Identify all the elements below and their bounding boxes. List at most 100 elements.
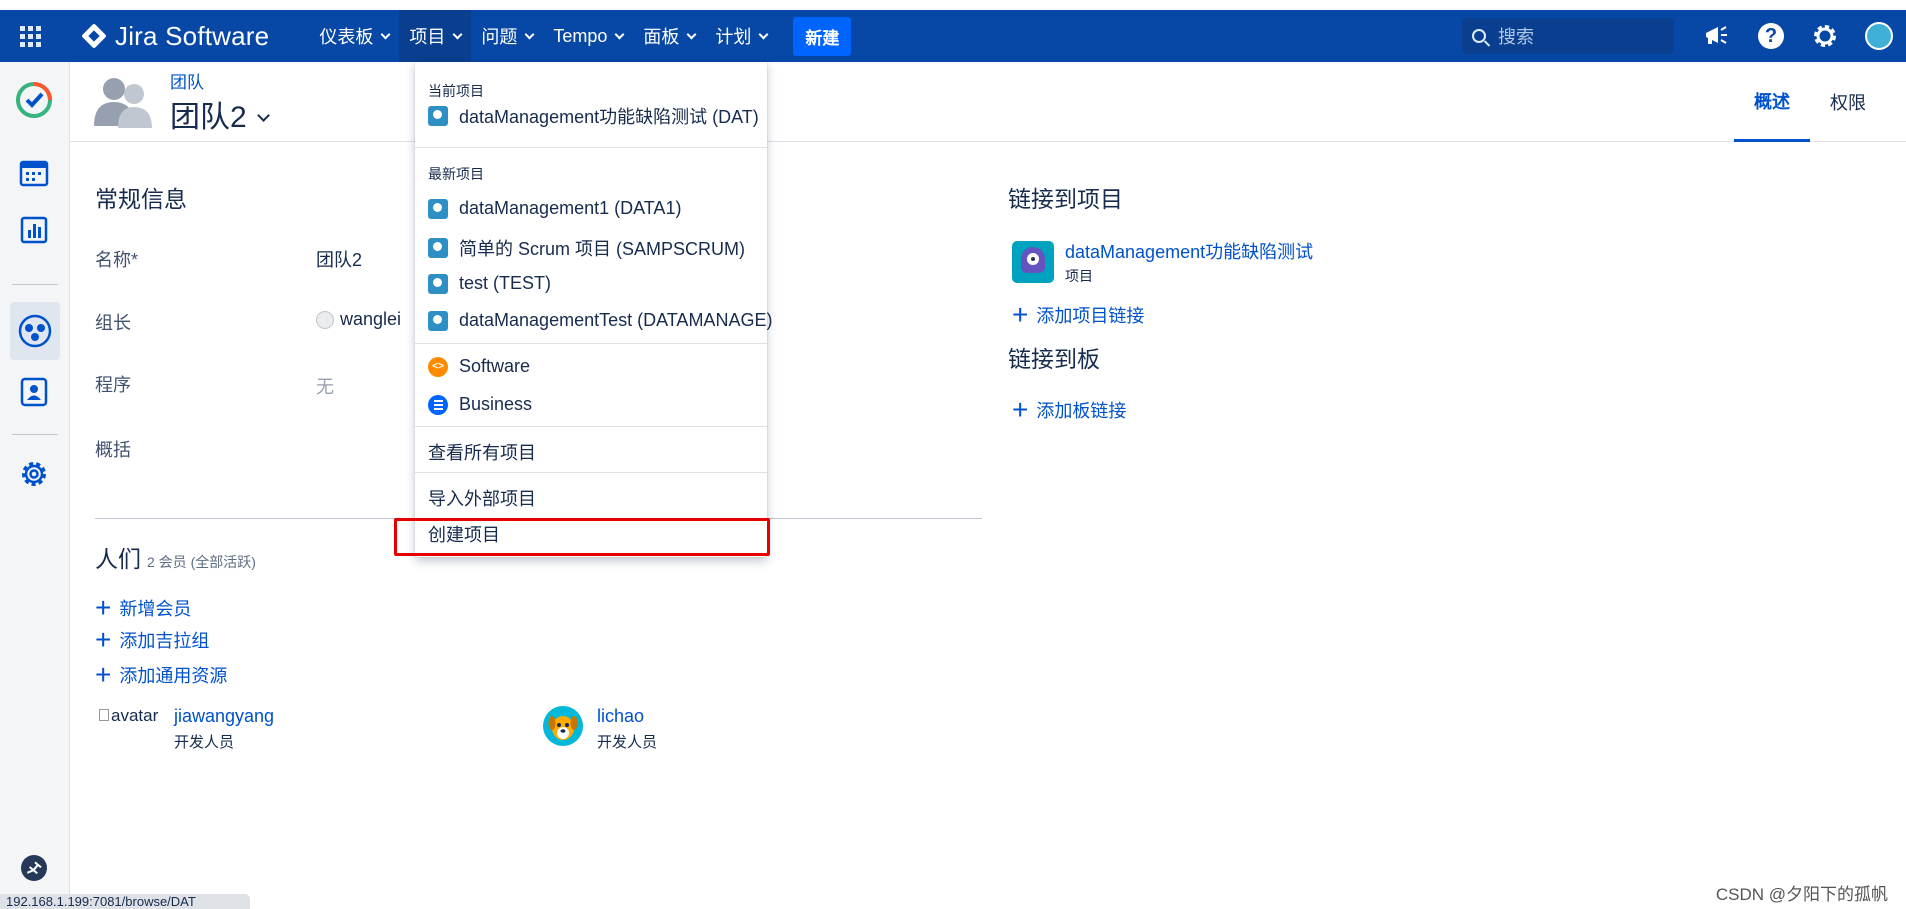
menu-item-view-all-projects[interactable]: 查看所有项目 [428,439,536,465]
plus-icon: + [95,624,112,655]
people-count: 2 会员 (全部活跃) [147,554,256,570]
menu-item-business[interactable]: Business [428,394,532,415]
search-input[interactable]: 搜索 [1462,18,1674,54]
nav-projects[interactable]: 项目 [399,10,472,62]
help-icon[interactable]: ? [1744,23,1798,49]
add-project-link-button[interactable]: + 添加项目链接 [1012,301,1144,329]
member-name[interactable]: lichao [597,706,657,727]
field-label-name: 名称* [95,250,139,270]
lead-avatar [316,310,334,329]
linked-boards-title: 链接到板 [1008,346,1100,372]
add-jira-group-button[interactable]: + 添加吉拉组 [95,626,209,654]
nav-plans[interactable]: 计划 [705,10,777,62]
nav-tempo-label: Tempo [553,25,608,46]
chevron-down-icon [452,29,463,39]
app-switcher-icon[interactable] [0,10,60,62]
reports-chart-icon[interactable] [14,210,54,250]
nav-issues-label: 问题 [481,27,518,47]
menu-divider [415,343,767,344]
menu-divider [415,472,767,473]
field-label-summary: 概括 [95,440,131,460]
user-card-icon[interactable] [14,372,54,412]
logo-text: Jira Software [115,20,270,51]
menu-item-import-external[interactable]: 导入外部项目 [428,485,536,511]
user-avatar[interactable] [1852,22,1906,50]
nav-issues[interactable]: 问题 [471,10,543,62]
chevron-down-icon [524,29,535,39]
nav-tempo[interactable]: Tempo [543,10,633,62]
lead-name: wanglei [340,309,402,329]
add-board-link-button[interactable]: + 添加板链接 [1012,396,1126,424]
page-title-text: 团队2 [170,101,247,134]
current-project-header: 当前项目 [428,83,484,99]
page-header: 团队 团队2 概述 权限 [70,62,1906,142]
announcement-icon[interactable] [1690,25,1744,47]
field-label-program: 程序 [95,375,131,395]
member-card: avatar jiawangyang 开发人员 [99,706,274,752]
create-button[interactable]: 新建 [793,16,852,56]
field-value-program[interactable]: 无 [316,373,334,399]
general-info-title: 常规信息 [95,186,187,212]
people-title-text: 人们 [95,546,141,572]
tempo-logo-icon[interactable] [14,80,54,120]
menu-item-recent-project[interactable]: 简单的 Scrum 项目 (SAMPSCRUM) [428,235,745,261]
menu-divider [415,147,767,148]
plus-icon: + [95,592,112,623]
field-value-lead[interactable]: wanglei [316,309,401,330]
page-title[interactable]: 团队2 [170,92,270,136]
member-role: 开发人员 [597,734,658,751]
watermark-text: CSDN @夕阳下的孤帆 [1715,885,1888,904]
project-avatar-icon [428,238,448,258]
settings-gear-icon[interactable] [1798,22,1852,50]
calendar-icon[interactable] [14,152,54,192]
team-avatar-icon [94,74,154,129]
search-icon [1472,29,1486,43]
menu-item-recent-project[interactable]: test (TEST) [428,273,551,294]
menu-item-recent-project[interactable]: dataManagement1 (DATA1) [428,198,681,219]
chevron-down-icon [614,29,625,39]
sidebar-divider [12,434,58,435]
tab-permissions[interactable]: 权限 [1810,62,1886,142]
nav-right-icons: ? [1690,10,1906,62]
add-generic-resource-button[interactable]: + 添加通用资源 [95,661,227,689]
chevron-down-icon [758,29,769,39]
software-icon: <> [428,356,448,377]
teams-icon[interactable] [10,302,60,360]
pin-icon[interactable] [14,848,54,888]
jira-logo[interactable]: Jira Software [81,20,270,52]
settings-gear-icon[interactable] [14,454,54,494]
menu-item-current-project[interactable]: dataManagement功能缺陷测试 (DAT) [428,103,759,129]
menu-divider [415,426,767,427]
browser-top-strip [0,0,1906,10]
top-navbar: Jira Software 仪表板 项目 问题 Tempo 面板 计划 新建 搜… [0,10,1906,62]
plus-icon: + [1012,299,1029,330]
nav-projects-label: 项目 [409,27,446,47]
nav-dashboards[interactable]: 仪表板 [309,10,399,62]
nav-boards[interactable]: 面板 [633,10,705,62]
avatar-alt-text: avatar [111,706,159,725]
member-name[interactable]: jiawangyang [174,706,274,727]
member-card: lichao 开发人员 [543,706,657,752]
left-sidebar [0,62,70,909]
add-generic-resource-label: 添加通用资源 [119,666,228,686]
add-member-button[interactable]: + 新增会员 [95,594,191,622]
chevron-down-icon [380,29,391,39]
breadcrumb[interactable]: 团队 [170,68,204,93]
menu-item-label: dataManagement1 (DATA1) [459,198,682,218]
add-project-link-label: 添加项目链接 [1036,306,1145,326]
dog-avatar-icon [543,706,583,746]
field-value-name[interactable]: 团队2 [316,246,362,272]
member-role: 开发人员 [174,734,235,751]
menu-item-recent-project[interactable]: dataManagementTest (DATAMANAGE) [428,310,772,331]
sidebar-divider [12,284,58,285]
linked-projects-title: 链接到项目 [1008,186,1123,212]
chevron-down-icon [686,29,697,39]
tab-overview[interactable]: 概述 [1734,62,1810,142]
status-bar-url: 192.168.1.199:7081/browse/DAT [0,894,250,909]
menu-item-label: 简单的 Scrum 项目 (SAMPSCRUM) [459,239,746,259]
recent-projects-header: 最新项目 [428,166,484,182]
add-board-link-label: 添加板链接 [1036,401,1127,421]
chevron-down-icon [256,108,270,122]
menu-item-software[interactable]: <> Software [428,356,530,377]
linked-project-name[interactable]: dataManagement功能缺陷测试 [1065,238,1313,264]
